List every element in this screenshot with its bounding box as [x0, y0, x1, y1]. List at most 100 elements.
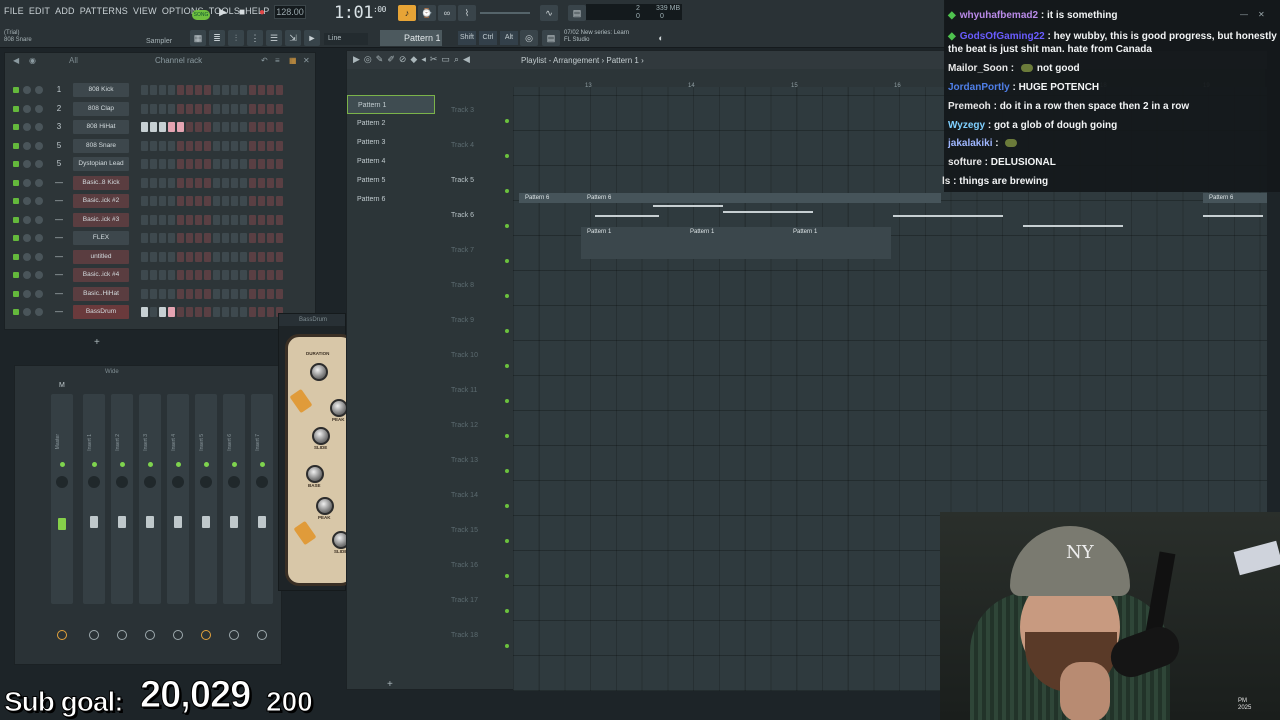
- channel-mixer-track[interactable]: —: [53, 194, 65, 208]
- channel-mute-led[interactable]: [13, 142, 19, 149]
- step-button[interactable]: [222, 270, 229, 280]
- step-button[interactable]: [168, 103, 175, 114]
- track-mute-led[interactable]: [505, 504, 509, 508]
- strip-active-led[interactable]: [120, 462, 125, 467]
- step-button[interactable]: [213, 196, 220, 206]
- channel-name-button[interactable]: 808 Clap: [73, 101, 129, 116]
- tempo-display[interactable]: 128.00: [274, 5, 306, 19]
- strip-route-ring[interactable]: [117, 630, 127, 640]
- step-button[interactable]: [150, 288, 157, 299]
- step-button[interactable]: [204, 85, 211, 95]
- channel-mute-led[interactable]: [13, 87, 19, 93]
- step-button[interactable]: [141, 103, 148, 114]
- step-button[interactable]: [141, 159, 148, 169]
- step-button[interactable]: [240, 103, 247, 114]
- step-button[interactable]: [222, 214, 229, 225]
- track-header[interactable]: Track 4: [443, 142, 513, 172]
- step-button[interactable]: [231, 196, 238, 206]
- step-button[interactable]: [186, 196, 193, 206]
- track-header[interactable]: Track 8: [443, 282, 513, 312]
- step-button[interactable]: [195, 103, 202, 114]
- channel-volume-knob[interactable]: [35, 141, 43, 150]
- step-button[interactable]: [204, 251, 211, 262]
- mixer-preset[interactable]: Wide: [105, 369, 119, 375]
- step-button[interactable]: [222, 140, 229, 151]
- step-button[interactable]: [213, 103, 220, 114]
- step-button[interactable]: [177, 196, 184, 206]
- strip-active-led[interactable]: [148, 462, 153, 467]
- step-button[interactable]: [258, 307, 265, 317]
- step-button[interactable]: [231, 214, 238, 225]
- step-button[interactable]: [249, 103, 256, 114]
- strip-fader[interactable]: [118, 516, 126, 528]
- loop-record-icon[interactable]: ∞: [438, 5, 456, 21]
- channel-row[interactable]: 3 808 HiHat: [11, 120, 307, 134]
- step-sequencer[interactable]: [141, 270, 283, 280]
- step-button[interactable]: [258, 214, 265, 225]
- paint-icon[interactable]: ✐: [387, 54, 395, 65]
- step-button[interactable]: [168, 159, 175, 169]
- pattern-item[interactable]: Pattern 1: [347, 95, 435, 114]
- master-volume-slider[interactable]: [480, 12, 530, 14]
- step-button[interactable]: [213, 85, 220, 95]
- strip-route-ring[interactable]: [145, 630, 155, 640]
- step-button[interactable]: [195, 196, 202, 206]
- step-button[interactable]: [222, 122, 229, 132]
- channel-mute-led[interactable]: [13, 105, 19, 112]
- channel-row[interactable]: — Basic..8 Kick: [11, 175, 307, 190]
- channel-pan-knob[interactable]: [23, 86, 31, 94]
- channel-volume-knob[interactable]: [35, 123, 43, 131]
- song-time-display[interactable]: 1:01:00: [334, 3, 386, 23]
- step-button[interactable]: [231, 140, 238, 151]
- track-mute-led[interactable]: [505, 644, 509, 648]
- step-button[interactable]: [177, 177, 184, 188]
- mute-icon[interactable]: ◆: [410, 54, 417, 65]
- strip-pan-knob[interactable]: [172, 476, 184, 488]
- channel-mixer-track[interactable]: 5: [53, 157, 65, 171]
- step-button[interactable]: [249, 177, 256, 188]
- step-button[interactable]: [231, 85, 238, 95]
- step-button[interactable]: [168, 85, 175, 95]
- step-button[interactable]: [204, 140, 211, 151]
- step-button[interactable]: [204, 177, 211, 188]
- stop-icon[interactable]: ■: [235, 6, 249, 20]
- chat-username[interactable]: JordanPortly: [948, 82, 1010, 93]
- strip-fader[interactable]: [174, 516, 182, 528]
- step-button[interactable]: [150, 233, 157, 243]
- step-button[interactable]: [222, 233, 229, 243]
- step-button[interactable]: [150, 196, 157, 206]
- step-button[interactable]: [258, 251, 265, 262]
- step-button[interactable]: [141, 233, 148, 243]
- track-mute-led[interactable]: [505, 469, 509, 473]
- rack-close-icon[interactable]: ✕: [303, 53, 310, 69]
- clip-pattern-6[interactable]: Pattern 6: [519, 193, 581, 203]
- step-button[interactable]: [195, 251, 202, 262]
- delete-icon[interactable]: ⊘: [399, 54, 407, 65]
- clip-pattern-1[interactable]: Pattern 1: [581, 227, 684, 259]
- channel-name-button[interactable]: Dystopian Lead: [73, 157, 129, 171]
- strip-fader[interactable]: [202, 516, 210, 528]
- track-mute-led[interactable]: [505, 364, 509, 368]
- rack-filter[interactable]: All: [69, 53, 78, 69]
- strip-fader[interactable]: [146, 516, 154, 528]
- channel-mixer-track[interactable]: 5: [53, 139, 65, 153]
- step-button[interactable]: [141, 288, 148, 299]
- step-button[interactable]: [150, 270, 157, 280]
- step-button[interactable]: [177, 159, 184, 169]
- strip-pan-knob[interactable]: [88, 476, 100, 488]
- step-button[interactable]: [168, 177, 175, 188]
- mixer-insert-strip[interactable]: Insert 1: [83, 394, 105, 640]
- step-button[interactable]: [168, 140, 175, 151]
- step-button[interactable]: [231, 233, 238, 243]
- step-button[interactable]: [177, 103, 184, 114]
- step-button[interactable]: [141, 196, 148, 206]
- rack-menu-icon[interactable]: ≡: [275, 53, 280, 69]
- step-button[interactable]: [159, 288, 166, 299]
- step-button[interactable]: [195, 85, 202, 95]
- step-button[interactable]: [195, 122, 202, 132]
- step-button[interactable]: [249, 270, 256, 280]
- track-mute-led[interactable]: [505, 399, 509, 403]
- track-mute-led[interactable]: [505, 294, 509, 298]
- channel-row[interactable]: — Basic..ick #3: [11, 212, 307, 227]
- step-button[interactable]: [240, 251, 247, 262]
